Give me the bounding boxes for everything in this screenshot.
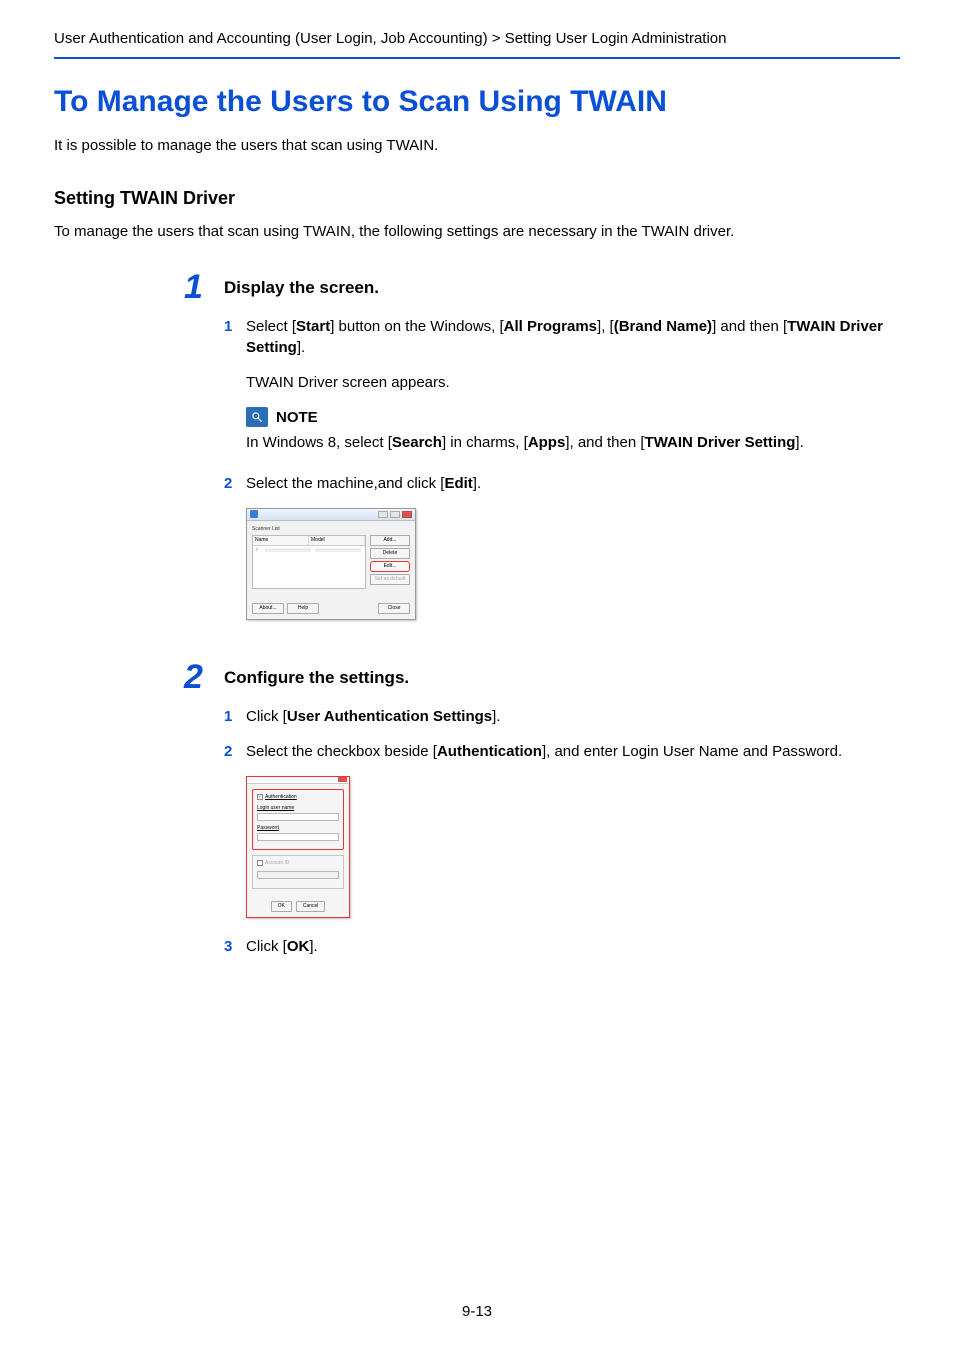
authentication-label: Authentication (265, 794, 297, 801)
substep-2-1: 1 Click [User Authentication Settings]. (224, 706, 900, 727)
login-label: Login user name (257, 805, 339, 812)
scanner-list[interactable]: Name Model ✓ (252, 535, 366, 589)
authentication-group: ✓ Authentication Login user name Passwor… (252, 789, 344, 850)
section-heading: Setting TWAIN Driver (54, 186, 900, 211)
set-default-button[interactable]: Set as default (370, 574, 410, 585)
page-number: 9-13 (0, 1301, 954, 1322)
authentication-checkbox[interactable]: ✓ (257, 794, 263, 800)
account-id-input (257, 871, 339, 879)
substep-number: 1 (224, 706, 246, 727)
twain-scanner-dialog: Scanner List Name Model ✓ (246, 508, 416, 620)
password-label: Password (257, 825, 339, 832)
close-button[interactable] (402, 511, 412, 518)
account-group: Account ID (252, 855, 344, 889)
column-model[interactable]: Model (309, 536, 365, 545)
note-icon (246, 407, 268, 427)
edit-button[interactable]: Edit... (370, 561, 410, 572)
column-name[interactable]: Name (253, 536, 309, 545)
dialog-titlebar (247, 777, 349, 784)
note-body: In Windows 8, select [Search] in charms,… (246, 432, 900, 453)
minimize-button[interactable] (378, 511, 388, 518)
note-label: NOTE (276, 407, 318, 428)
substep-text: Select [Start] button on the Windows, [A… (246, 316, 900, 358)
substep-number: 2 (224, 741, 246, 762)
delete-button[interactable]: Delete (370, 548, 410, 559)
cancel-button[interactable]: Cancel (296, 901, 326, 912)
step-1: 1 Display the screen. 1 Select [Start] b… (184, 270, 900, 640)
substep-number: 2 (224, 473, 246, 494)
substep-text: Click [OK]. (246, 936, 900, 957)
maximize-button[interactable] (390, 511, 400, 518)
password-input[interactable] (257, 833, 339, 841)
section-text: To manage the users that scan using TWAI… (54, 221, 900, 242)
step-title: Display the screen. (224, 276, 900, 300)
page-title: To Manage the Users to Scan Using TWAIN (54, 81, 900, 123)
substep-number: 1 (224, 316, 246, 358)
step-title: Configure the settings. (224, 666, 900, 690)
check-icon: ✓ (255, 547, 263, 554)
dialog-titlebar (247, 509, 415, 521)
scanner-list-label: Scanner List (252, 526, 410, 533)
intro-text: It is possible to manage the users that … (54, 135, 900, 156)
breadcrumb: User Authentication and Accounting (User… (54, 28, 900, 59)
table-row[interactable]: ✓ (253, 546, 365, 555)
account-label: Account ID (265, 860, 289, 867)
about-button[interactable]: About... (252, 603, 284, 614)
app-icon (250, 510, 258, 518)
close-button[interactable]: Close (378, 603, 410, 614)
page-container: User Authentication and Accounting (User… (0, 0, 954, 1350)
step-number: 1 (184, 270, 224, 640)
step-2: 2 Configure the settings. 1 Click [User … (184, 660, 900, 971)
substep-note-text: TWAIN Driver screen appears. (246, 372, 900, 393)
add-button[interactable]: Add... (370, 535, 410, 546)
substep-1-2: 2 Select the machine,and click [Edit]. (224, 473, 900, 494)
substep-text: Select the machine,and click [Edit]. (246, 473, 900, 494)
substep-text: Click [User Authentication Settings]. (246, 706, 900, 727)
substep-2-2: 2 Select the checkbox beside [Authentica… (224, 741, 900, 762)
close-button[interactable] (338, 777, 347, 782)
help-button[interactable]: Help (287, 603, 319, 614)
account-checkbox[interactable] (257, 860, 263, 866)
substep-text: Select the checkbox beside [Authenticati… (246, 741, 900, 762)
login-username-input[interactable] (257, 813, 339, 821)
auth-settings-dialog: ✓ Authentication Login user name Passwor… (246, 776, 350, 918)
substep-2-3: 3 Click [OK]. (224, 936, 900, 957)
substep-number: 3 (224, 936, 246, 957)
step-number: 2 (184, 660, 224, 971)
substep-1-1: 1 Select [Start] button on the Windows, … (224, 316, 900, 358)
note-box: NOTE In Windows 8, select [Search] in ch… (246, 407, 900, 453)
ok-button[interactable]: OK (271, 901, 292, 912)
